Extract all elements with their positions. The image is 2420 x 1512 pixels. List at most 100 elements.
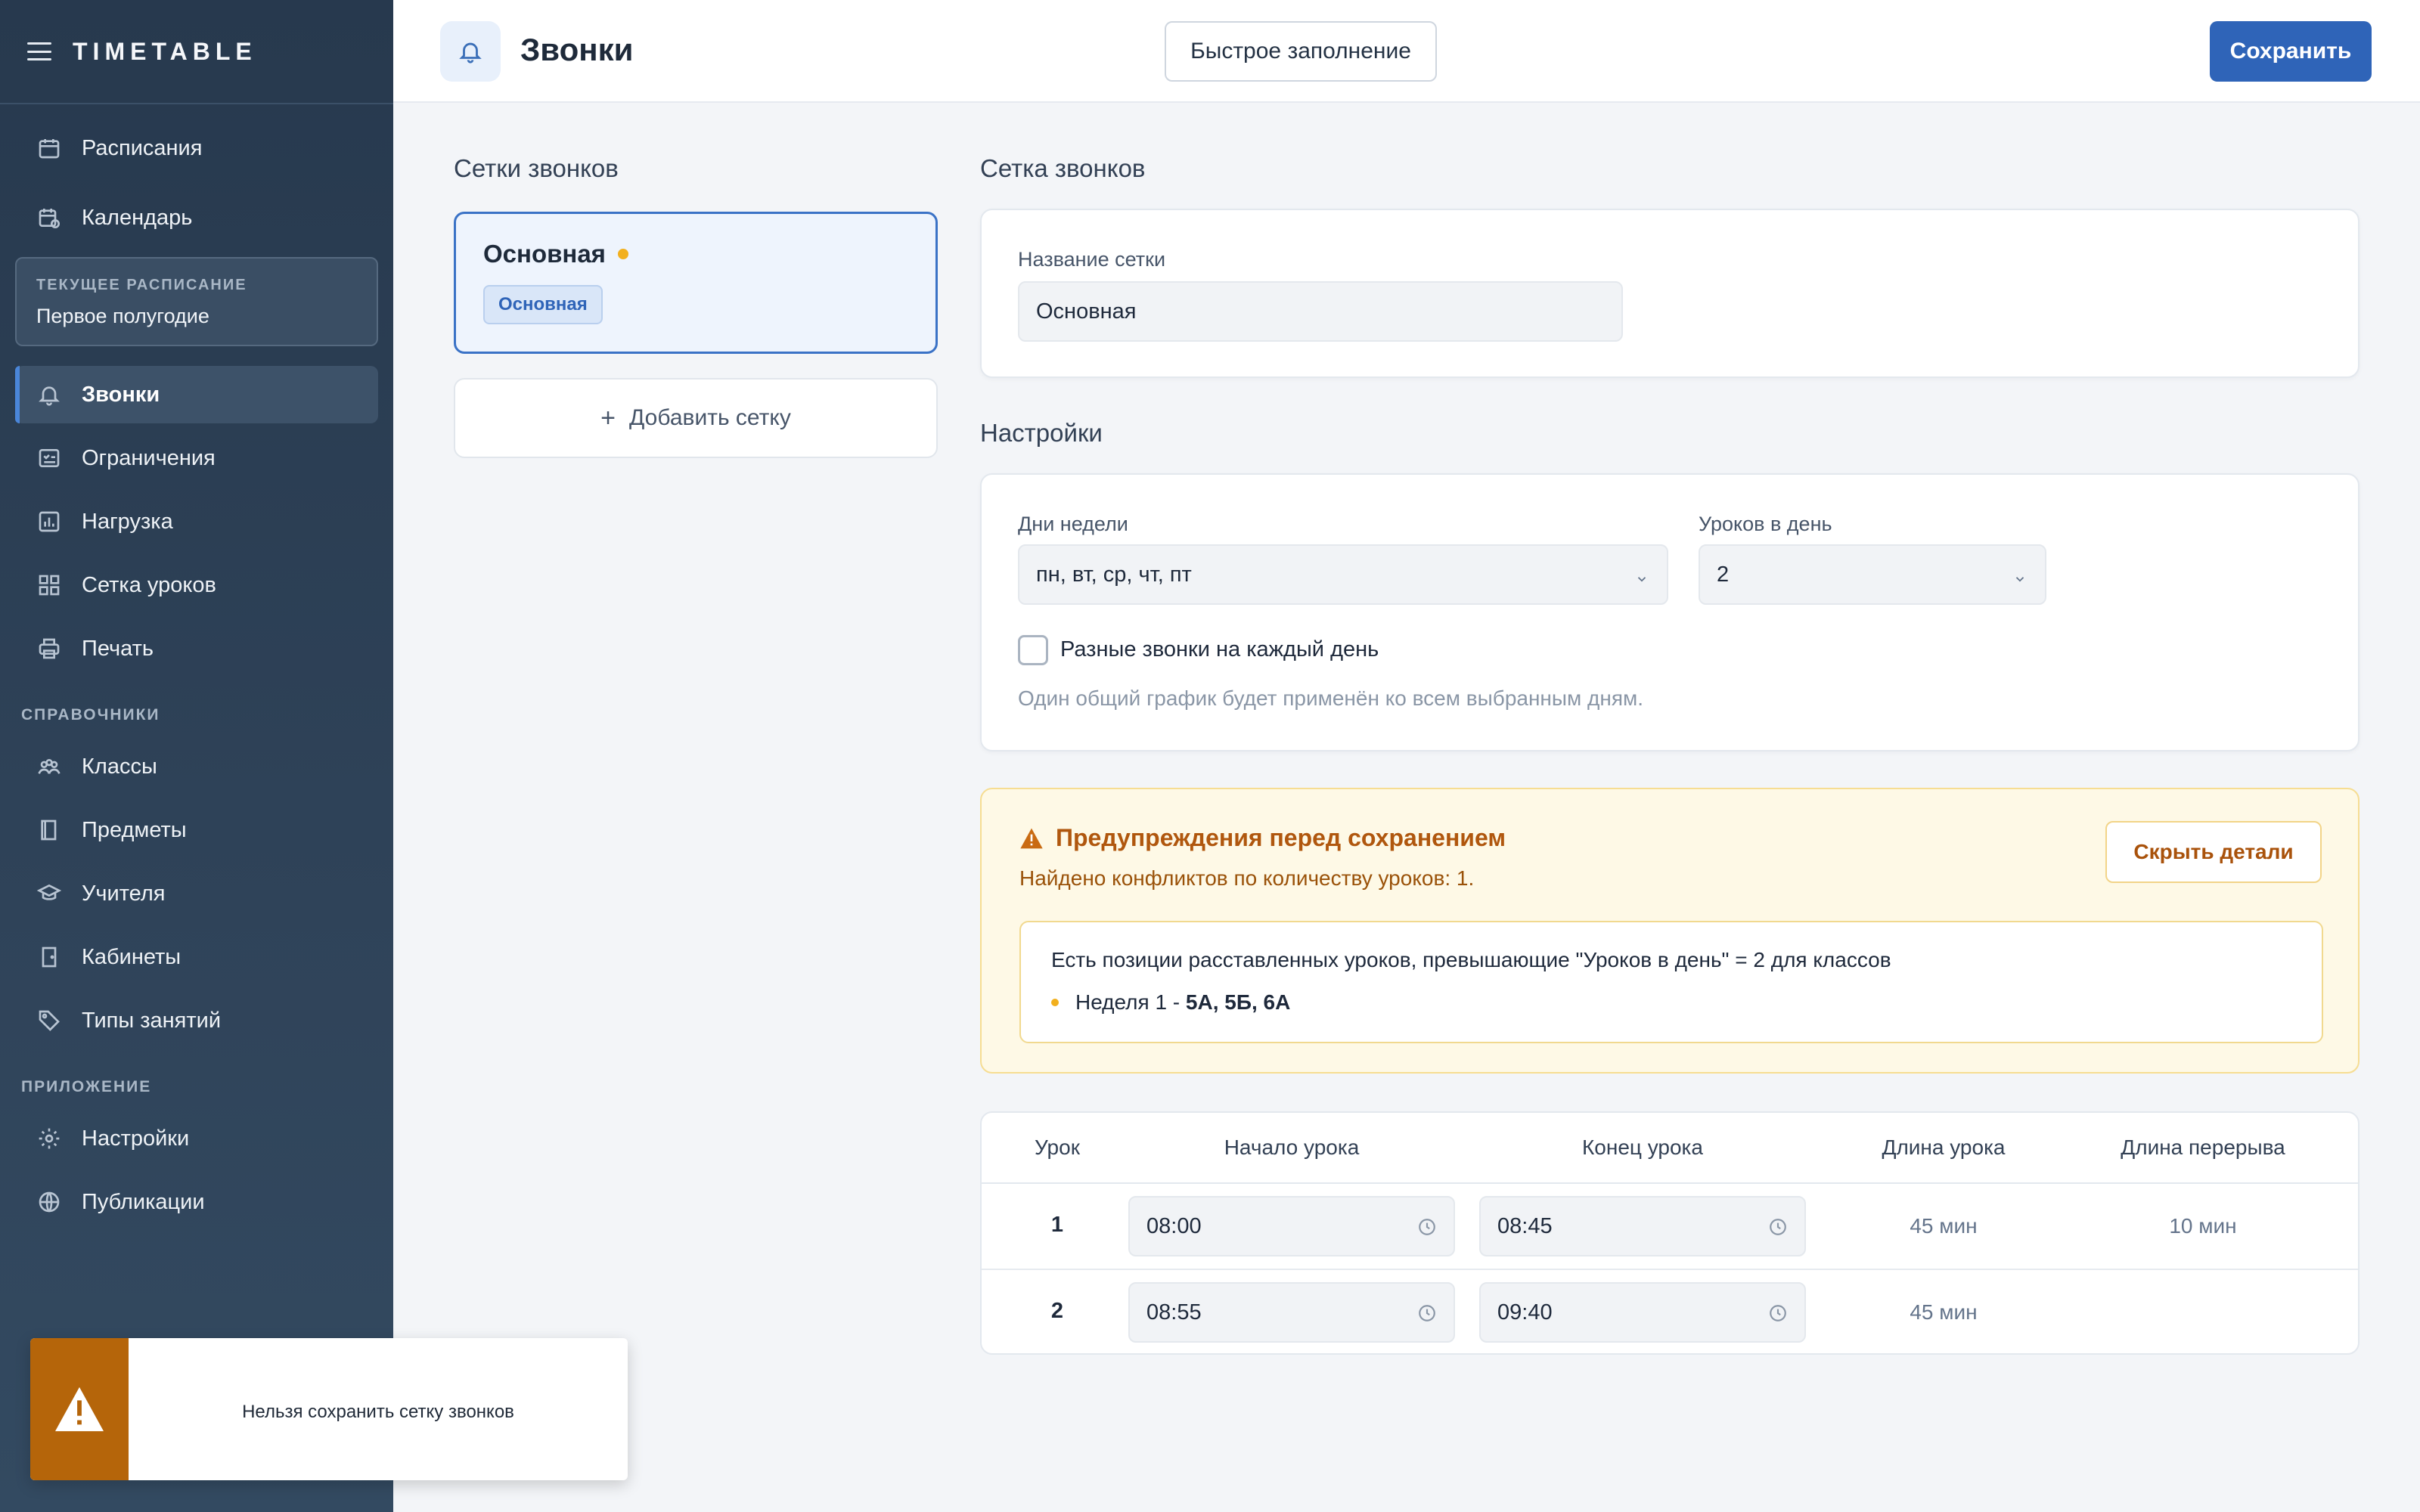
warning-week-label: Неделя 1 - (1075, 990, 1181, 1014)
table-header-lesson: Урок (1035, 1136, 1080, 1159)
sidebar-item-calendar[interactable]: Календарь (15, 189, 378, 246)
lesson-number: 2 (1050, 1299, 1064, 1323)
sidebar-item-label: Учителя (82, 881, 166, 906)
different-bells-checkbox[interactable] (1018, 635, 1048, 665)
sidebar-item-label: Публикации (82, 1189, 205, 1214)
door-icon (36, 944, 62, 970)
days-select[interactable]: пн, вт, ср, чт, пт (1018, 544, 1668, 605)
default-badge: Основная (483, 285, 603, 324)
table-header-start: Начало урока (1224, 1136, 1360, 1159)
bell-grid-card[interactable]: Основная Основная (454, 212, 938, 354)
graduation-cap-icon (36, 881, 62, 906)
sidebar-item-rooms[interactable]: Кабинеты (15, 928, 378, 986)
days-value: пн, вт, ср, чт, пт (1036, 562, 1192, 587)
lessons-per-day-select[interactable]: 2 (1699, 544, 2046, 605)
current-schedule-value: Первое полугодие (36, 305, 209, 327)
break-length: 10 мин (2169, 1214, 2237, 1238)
save-button[interactable]: Сохранить (2210, 21, 2372, 82)
sidebar-item-publications[interactable]: Публикации (15, 1173, 378, 1231)
chevron-down-icon (1635, 567, 1647, 582)
lessons-per-day-label: Уроков в день (1699, 513, 1832, 535)
current-schedule-selector[interactable]: ТЕКУЩЕЕ РАСПИСАНИЕ Первое полугодие (15, 257, 378, 346)
sidebar-item-label: Кабинеты (82, 944, 182, 969)
days-label: Дни недели (1018, 513, 1128, 535)
clock-icon (1768, 1303, 1788, 1323)
sidebar-item-label: Ограничения (82, 445, 216, 470)
clock-icon (1417, 1303, 1437, 1323)
warning-triangle-icon (1020, 828, 1043, 848)
bell-icon (440, 21, 501, 82)
lessons-per-day-value: 2 (1717, 562, 1730, 587)
end-time-input[interactable]: 08:45 (1479, 1196, 1806, 1256)
grid-form-section-title: Сетка звонков (980, 154, 1146, 182)
globe-icon (36, 1189, 62, 1215)
end-time-value: 08:45 (1497, 1213, 1553, 1238)
sidebar-item-bells[interactable]: Звонки (15, 366, 378, 423)
sidebar-item-print[interactable]: Печать (15, 620, 378, 677)
settings-section-title: Настройки (980, 419, 1103, 447)
sidebar-item-label: Нагрузка (82, 509, 173, 534)
grids-section-title: Сетки звонков (454, 154, 619, 182)
warning-detail-item: Неделя 1 - 5А, 5Б, 6А (1051, 990, 1290, 1015)
plus-icon: + (600, 403, 616, 432)
end-time-value: 09:40 (1497, 1300, 1553, 1325)
sidebar-item-label: Сетка уроков (82, 572, 216, 597)
section-label-app: ПРИЛОЖЕНИЕ (21, 1078, 152, 1095)
quick-fill-button[interactable]: Быстрое заполнение (1165, 21, 1437, 82)
clock-icon (1417, 1217, 1437, 1237)
start-time-input[interactable]: 08:00 (1128, 1196, 1455, 1256)
sidebar-item-teachers[interactable]: Учителя (15, 865, 378, 922)
sidebar-item-schedules[interactable]: Расписания (15, 119, 378, 177)
warning-details: Есть позиции расставленных уроков, превы… (1019, 921, 2323, 1043)
sidebar-item-label: Печать (82, 636, 154, 661)
start-time-value: 08:55 (1146, 1300, 1202, 1325)
warning-title: Предупреждения перед сохранением (1056, 824, 1506, 851)
grid-name-label: Название сетки (1018, 248, 1166, 271)
warning-triangle-icon (55, 1387, 104, 1432)
printer-icon (36, 636, 62, 662)
bells-table: Урок Начало урока Конец урока Длина урок… (980, 1111, 2360, 1355)
bell-grid-name: Основная (483, 240, 606, 268)
save-warning-panel: Предупреждения перед сохранением Найдено… (980, 788, 2360, 1074)
sidebar-item-label: Звонки (82, 382, 160, 407)
table-header-length: Длина урока (1882, 1136, 2006, 1159)
chevron-down-icon (2013, 567, 2025, 582)
current-schedule-label: ТЕКУЩЕЕ РАСПИСАНИЕ (36, 277, 247, 293)
sidebar-item-label: Предметы (82, 817, 187, 842)
sidebar-item-workload[interactable]: Нагрузка (15, 493, 378, 550)
add-grid-button[interactable]: + Добавить сетку (454, 378, 938, 458)
unsaved-indicator-dot (617, 249, 628, 259)
gear-icon (36, 1126, 62, 1151)
grid-name-input[interactable]: Основная (1018, 281, 1623, 342)
calendar-icon (36, 135, 62, 161)
sidebar-item-settings[interactable]: Настройки (15, 1110, 378, 1167)
bullet-dot (1051, 999, 1059, 1006)
warning-detail-text: Есть позиции расставленных уроков, превы… (1051, 948, 1891, 971)
warning-subtitle: Найдено конфликтов по количеству уроков:… (1019, 866, 1475, 890)
brand: TIMETABLE (0, 0, 393, 104)
tag-icon (36, 1008, 62, 1033)
hamburger-menu-icon[interactable] (27, 42, 51, 60)
sidebar-item-lesson-grid[interactable]: Сетка уроков (15, 556, 378, 614)
top-bar: Звонки Быстрое заполнение Сохранить (393, 0, 2420, 103)
table-header-break: Длина перерыва (2121, 1136, 2285, 1159)
error-toast[interactable]: Нельзя сохранить сетку звонков (30, 1338, 628, 1480)
sidebar-item-label: Календарь (82, 205, 193, 230)
sidebar-item-subjects[interactable]: Предметы (15, 801, 378, 859)
clock-icon (1768, 1217, 1788, 1237)
settings-hint: Один общий график будет применён ко всем… (1018, 686, 1644, 710)
hide-details-button[interactable]: Скрыть детали (2105, 821, 2322, 883)
sidebar: TIMETABLE Расписания Календарь ТЕКУЩЕЕ Р… (0, 0, 393, 1512)
book-icon (36, 817, 62, 843)
checklist-icon (36, 445, 62, 471)
start-time-input[interactable]: 08:55 (1128, 1282, 1455, 1343)
start-time-value: 08:00 (1146, 1213, 1202, 1238)
add-grid-label: Добавить сетку (629, 405, 791, 430)
section-label-references: СПРАВОЧНИКИ (21, 706, 160, 723)
page-title: Звонки (520, 32, 634, 67)
sidebar-item-constraints[interactable]: Ограничения (15, 429, 378, 487)
end-time-input[interactable]: 09:40 (1479, 1282, 1806, 1343)
sidebar-item-classes[interactable]: Классы (15, 738, 378, 795)
sidebar-item-activity-types[interactable]: Типы занятий (15, 992, 378, 1049)
sidebar-item-label: Классы (82, 754, 157, 779)
